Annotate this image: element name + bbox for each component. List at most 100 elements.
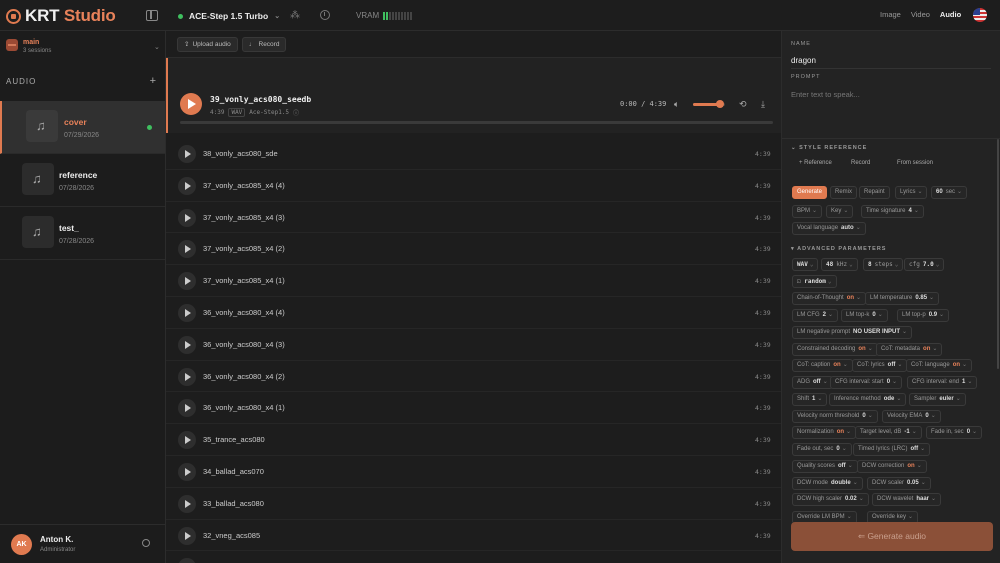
- param-adg[interactable]: ADG off ⌄: [792, 376, 833, 389]
- param-sampler[interactable]: Sampler euler ⌄: [909, 393, 966, 406]
- param-cot-caption[interactable]: CoT: caption on ⌄: [792, 359, 853, 372]
- param-fade-in-sec[interactable]: Fade in, sec 0 ⌄: [926, 426, 983, 439]
- play-icon[interactable]: [178, 176, 196, 195]
- play-icon[interactable]: [178, 494, 196, 513]
- upload-audio-button[interactable]: ⇪ Upload audio: [177, 37, 238, 52]
- play-icon[interactable]: [178, 558, 196, 563]
- volume-slider[interactable]: [693, 100, 725, 108]
- panel-scrollbar[interactable]: [997, 139, 999, 369]
- waveform-icon[interactable]: ⁂: [290, 10, 300, 21]
- mode-repaint[interactable]: Repaint: [859, 186, 890, 199]
- play-icon[interactable]: [178, 431, 196, 450]
- session-item[interactable]: reference 07/28/2026: [0, 154, 165, 207]
- from-session-button[interactable]: From session: [892, 158, 938, 171]
- play-button[interactable]: [180, 93, 202, 115]
- volume-knob[interactable]: [716, 100, 725, 108]
- param-lm-negative-prompt[interactable]: LM negative prompt NO USER INPUT ⌄: [792, 326, 913, 339]
- track-row[interactable]: 33_ballad_acs080 4:39: [166, 488, 781, 520]
- vocal-language-select[interactable]: Vocal language auto ⌄: [792, 222, 866, 235]
- param-dcw-correction[interactable]: DCW correction on ⌄: [857, 460, 927, 473]
- track-row[interactable]: 32_vneg_acs085 4:39: [166, 520, 781, 552]
- param-inference-method[interactable]: Inference method ode ⌄: [829, 393, 907, 406]
- play-icon[interactable]: [178, 367, 196, 386]
- track-row[interactable]: 36_vonly_acs080_x4 (4) 4:39: [166, 297, 781, 329]
- generate-audio-button[interactable]: ⇐ Generate audio: [791, 522, 993, 551]
- session-item[interactable]: test_ 07/28/2026: [0, 207, 165, 260]
- record-reference-button[interactable]: Record: [846, 158, 875, 171]
- play-icon[interactable]: [178, 526, 196, 545]
- param-velocity-norm-threshold[interactable]: Velocity norm threshold 0 ⌄: [792, 410, 878, 423]
- param-target-level-db[interactable]: Target level, dB -1 ⌄: [855, 426, 922, 439]
- param-lm-top-p[interactable]: LM top-p 0.9 ⌄: [897, 309, 950, 322]
- param-normalization[interactable]: Normalization on ⌄: [792, 426, 857, 439]
- tab-image[interactable]: Image: [880, 10, 901, 19]
- param-cot-lyrics[interactable]: CoT: lyrics off ⌄: [852, 359, 908, 372]
- bpm-select[interactable]: BPM ⌄: [792, 205, 823, 218]
- param-timed-lyrics-lrc[interactable]: Timed lyrics (LRC) off ⌄: [853, 443, 931, 456]
- tab-audio[interactable]: Audio: [940, 10, 961, 19]
- param-dcw-high-scaler[interactable]: DCW high scaler 0.02 ⌄: [792, 493, 869, 506]
- param-shift[interactable]: Shift 1 ⌄: [792, 393, 828, 406]
- param-cot-metadata[interactable]: CoT: metadata on ⌄: [876, 343, 943, 356]
- track-row[interactable]: 34_ballad_acs070 4:39: [166, 456, 781, 488]
- param-cot-language[interactable]: CoT: language on ⌄: [906, 359, 973, 372]
- session-item[interactable]: cover 07/29/2026: [0, 101, 165, 154]
- param-cfg-interval-end[interactable]: CFG interval: end 1 ⌄: [907, 376, 978, 389]
- track-row[interactable]: 37_vonly_acs085_x4 (2) 4:39: [166, 233, 781, 266]
- app-logo[interactable]: KRT Studio: [6, 6, 116, 26]
- steps-select[interactable]: 8 steps ⌄: [863, 258, 904, 271]
- tab-video[interactable]: Video: [911, 10, 930, 19]
- param-quality-scores[interactable]: Quality scores off ⌄: [792, 460, 858, 473]
- track-row[interactable]: 38_vonly_acs080_sde 4:39: [166, 138, 781, 170]
- chevron-down-icon[interactable]: ⌄: [154, 43, 160, 51]
- add-session-icon[interactable]: +: [150, 75, 156, 87]
- param-lm-temperature[interactable]: LM temperature 0.85 ⌄: [865, 292, 940, 305]
- play-icon[interactable]: [178, 335, 196, 354]
- track-row[interactable]: 36_vonly_acs080_x4 (1) 4:39: [166, 392, 781, 425]
- track-row[interactable]: 31_vneg_acs0804:39: [166, 551, 781, 563]
- play-icon[interactable]: [178, 240, 196, 259]
- download-icon[interactable]: ⤓: [761, 99, 765, 110]
- name-input[interactable]: dragon: [791, 56, 816, 65]
- prompt-input[interactable]: Enter text to speak...: [791, 90, 860, 99]
- playback-progress[interactable]: [180, 121, 773, 124]
- key-select[interactable]: Key ⌄: [826, 205, 854, 218]
- sample-rate-select[interactable]: 48 kHz ⌄: [821, 258, 858, 271]
- param-dcw-scaler[interactable]: DCW scaler 0.05 ⌄: [867, 477, 931, 490]
- param-cfg-interval-start[interactable]: CFG interval: start 0 ⌄: [830, 376, 903, 389]
- lyrics-toggle[interactable]: Lyrics ⌄: [895, 186, 928, 199]
- play-icon[interactable]: [178, 208, 196, 227]
- play-icon[interactable]: [178, 304, 196, 322]
- track-row[interactable]: 37_vonly_acs085_x4 (4) 4:39: [166, 170, 781, 202]
- advanced-header[interactable]: ▾ ADVANCED PARAMETERS: [791, 246, 886, 252]
- record-button[interactable]: ♩ Record: [242, 37, 287, 52]
- settings-icon[interactable]: [142, 539, 150, 547]
- track-row[interactable]: 37_vonly_acs085_x4 (3) 4:39: [166, 202, 781, 234]
- track-row[interactable]: 37_vonly_acs085_x4 (1) 4:39: [166, 265, 781, 297]
- model-selector[interactable]: ACE-Step 1.5 Turbo ⌄: [178, 11, 280, 21]
- style-reference-header[interactable]: ⌄ STYLE REFERENCE: [791, 145, 867, 151]
- param-velocity-ema[interactable]: Velocity EMA 0 ⌄: [882, 410, 941, 423]
- param-lm-cfg[interactable]: LM CFG 2 ⌄: [792, 309, 839, 322]
- mode-remix[interactable]: Remix: [830, 186, 858, 199]
- duration-select[interactable]: 60 sec ⌄: [931, 186, 968, 199]
- language-flag-icon[interactable]: [973, 8, 987, 22]
- cfg-select[interactable]: cfg 7.0 ⌄: [904, 258, 945, 271]
- sidebar-toggle-icon[interactable]: [146, 10, 158, 21]
- loop-icon[interactable]: ⟲: [739, 99, 747, 110]
- track-row[interactable]: 36_vonly_acs080_x4 (3) 4:39: [166, 329, 781, 361]
- track-row[interactable]: 36_vonly_acs080_x4 (2) 4:39: [166, 361, 781, 393]
- param-chain-of-thought[interactable]: Chain-of-Thought on ⌄: [792, 292, 867, 305]
- info-icon[interactable]: ⓘ: [293, 108, 299, 117]
- param-lm-top-k[interactable]: LM top-k 0 ⌄: [841, 309, 888, 322]
- format-select[interactable]: WAV ⌄: [792, 258, 819, 271]
- play-icon[interactable]: [178, 463, 196, 481]
- play-icon[interactable]: [178, 145, 196, 163]
- project-selector[interactable]: main 3 sessions: [6, 39, 51, 54]
- track-row[interactable]: 35_trance_acs080 4:39: [166, 424, 781, 456]
- param-dcw-wavelet[interactable]: DCW wavelet haar ⌄: [872, 493, 942, 506]
- time-signature-select[interactable]: Time signature 4 ⌄: [861, 205, 924, 218]
- avatar[interactable]: AK: [11, 534, 32, 555]
- history-icon[interactable]: [320, 10, 330, 20]
- param-constrained-decoding[interactable]: Constrained decoding on ⌄: [792, 343, 878, 356]
